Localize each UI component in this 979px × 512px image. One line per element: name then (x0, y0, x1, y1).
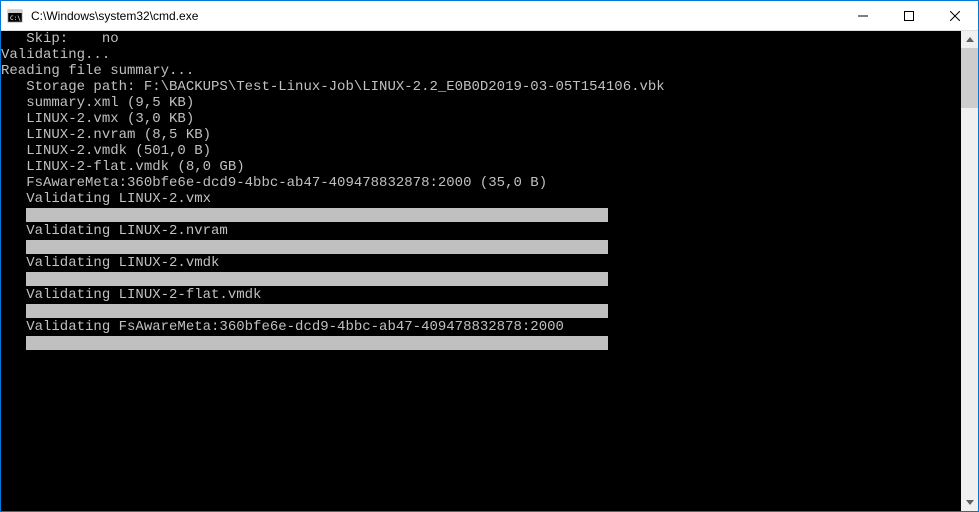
scroll-thumb[interactable] (961, 48, 978, 108)
validation-label: Validating FsAwareMeta:360bfe6e-dcd9-4bb… (1, 319, 961, 335)
output-line: LINUX-2.vmx (3,0 KB) (1, 111, 961, 127)
progress-row (1, 271, 961, 287)
svg-text:C:\: C:\ (10, 15, 21, 22)
output-line: FsAwareMeta:360bfe6e-dcd9-4bbc-ab47-4094… (1, 175, 961, 191)
progress-bar (26, 240, 608, 254)
titlebar[interactable]: C:\ C:\Windows\system32\cmd.exe (1, 1, 978, 31)
output-line: LINUX-2.vmdk (501,0 B) (1, 143, 961, 159)
progress-row (1, 239, 961, 255)
cmd-icon: C:\ (7, 8, 23, 24)
console-output[interactable]: Skip: noValidating...Reading file summar… (1, 31, 961, 511)
output-line: summary.xml (9,5 KB) (1, 95, 961, 111)
output-line: LINUX-2.nvram (8,5 KB) (1, 127, 961, 143)
close-button[interactable] (932, 1, 978, 30)
progress-bar (26, 208, 608, 222)
scroll-track[interactable] (961, 48, 978, 494)
scroll-down-arrow-icon[interactable] (961, 494, 978, 511)
progress-row (1, 207, 961, 223)
validation-label: Validating LINUX-2.vmdk (1, 255, 961, 271)
output-line: Storage path: F:\BACKUPS\Test-Linux-Job\… (1, 79, 961, 95)
validation-label: Validating LINUX-2.vmx (1, 191, 961, 207)
validation-label: Validating LINUX-2.nvram (1, 223, 961, 239)
scroll-up-arrow-icon[interactable] (961, 31, 978, 48)
validation-label: Validating LINUX-2-flat.vmdk (1, 287, 961, 303)
minimize-button[interactable] (840, 1, 886, 30)
output-line: LINUX-2-flat.vmdk (8,0 GB) (1, 159, 961, 175)
progress-row (1, 335, 961, 351)
progress-bar (26, 272, 608, 286)
maximize-button[interactable] (886, 1, 932, 30)
window-title: C:\Windows\system32\cmd.exe (29, 9, 840, 23)
progress-bar (26, 304, 608, 318)
vertical-scrollbar[interactable] (961, 31, 978, 511)
window-controls (840, 1, 978, 30)
progress-row (1, 303, 961, 319)
output-line: Skip: no (1, 31, 961, 47)
output-line: Reading file summary... (1, 63, 961, 79)
output-line: Validating... (1, 47, 961, 63)
progress-bar (26, 336, 608, 350)
